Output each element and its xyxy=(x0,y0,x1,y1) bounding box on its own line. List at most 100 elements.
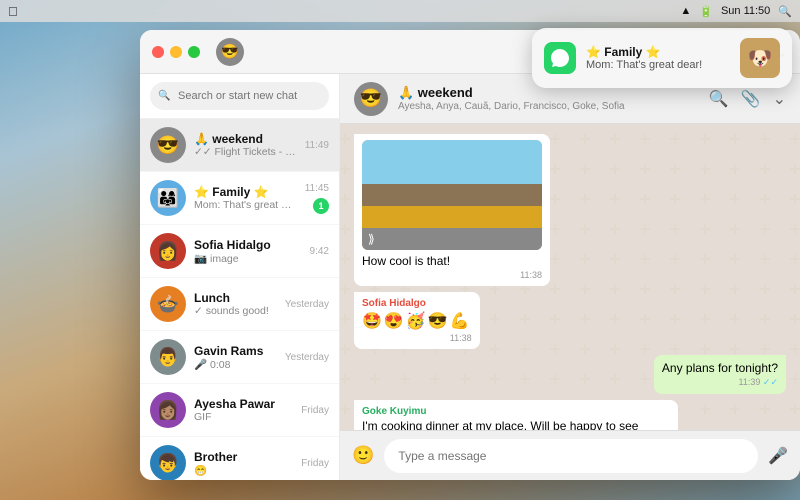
chat-meta: Yesterday xyxy=(285,299,329,310)
minimize-button[interactable] xyxy=(170,46,182,58)
chat-meta: 11:49 xyxy=(305,140,329,151)
chat-list: 😎 🙏 weekend ✓✓ Flight Tickets - BR 145.p… xyxy=(140,119,339,480)
chat-time: Friday xyxy=(301,405,329,416)
search-bar xyxy=(140,74,339,119)
message-emojis: Sofia Hidalgo 🤩😍🥳😎💪 11:38 xyxy=(354,292,480,349)
traffic-lights[interactable] xyxy=(152,46,200,58)
chat-avatar: 👨‍👩‍👧 xyxy=(150,180,186,216)
chat-header-members: Ayesha, Anya, Cauã, Dario, Francisco, Go… xyxy=(398,101,699,112)
notification-banner[interactable]: ⭐ Family ⭐ Mom: That's great dear! 🐶 xyxy=(532,28,792,88)
chat-name: 🙏 weekend xyxy=(194,132,297,146)
search-wrap xyxy=(150,82,329,110)
chat-meta: 9:42 xyxy=(310,246,329,257)
whatsapp-window: 😎 ✏️ ⌄ 😎 🙏 weekend ✓✓ Flight Tickets - B… xyxy=(140,30,800,480)
apple-menu[interactable]:  xyxy=(8,4,18,19)
notification-title: ⭐ Family ⭐ xyxy=(586,45,730,59)
chat-preview: 📷 image xyxy=(194,252,302,265)
chat-info: Lunch ✓ sounds good! xyxy=(194,291,277,317)
message-outgoing: Any plans for tonight? 11:39 ✓✓ xyxy=(654,355,786,394)
chat-preview: Mom: That's great dear! xyxy=(194,199,297,211)
read-ticks: ✓✓ xyxy=(763,377,778,387)
chat-preview: ✓ sounds good! xyxy=(194,305,277,317)
chat-meta: Yesterday xyxy=(285,352,329,363)
chat-item-weekend[interactable]: 😎 🙏 weekend ✓✓ Flight Tickets - BR 145.p… xyxy=(140,119,339,172)
chat-meta: Friday xyxy=(301,458,329,469)
chat-info: Sofia Hidalgo 📷 image xyxy=(194,238,302,265)
clock: Sun 11:50 xyxy=(721,5,770,17)
menubar-left:  xyxy=(8,4,18,19)
chat-item-sofia[interactable]: 👩 Sofia Hidalgo 📷 image 9:42 xyxy=(140,225,339,278)
chat-info: Ayesha Pawar GIF xyxy=(194,397,293,423)
chat-avatar: 🍲 xyxy=(150,286,186,322)
chat-item-gavin[interactable]: 👨 Gavin Rams 🎤 0:08 Yesterday xyxy=(140,331,339,384)
messages-container: ▶ ⟫ How cool is that! 11:38 Sofia Hidalg… xyxy=(340,124,800,430)
message-time: 11:38 xyxy=(362,270,542,280)
message-video: ▶ ⟫ How cool is that! 11:38 xyxy=(354,134,550,286)
notification-content: ⭐ Family ⭐ Mom: That's great dear! xyxy=(586,45,730,71)
chat-name: Brother xyxy=(194,450,293,464)
chat-name: Lunch xyxy=(194,291,277,305)
notification-body: Mom: That's great dear! xyxy=(586,59,730,71)
chat-item-ayesha[interactable]: 👩🏽 Ayesha Pawar GIF Friday xyxy=(140,384,339,437)
chat-name: Sofia Hidalgo xyxy=(194,238,302,252)
chat-preview: 😁 xyxy=(194,464,293,477)
chat-avatar: 😎 xyxy=(150,127,186,163)
menubar-right: ▲ 🔋 Sun 11:50 🔍 xyxy=(680,5,792,18)
chat-name: Gavin Rams xyxy=(194,344,277,358)
chat-info: Gavin Rams 🎤 0:08 xyxy=(194,344,277,371)
chat-header-avatar: 😎 xyxy=(354,82,388,116)
search-icon[interactable]: 🔍 xyxy=(778,5,792,18)
message-input-bar: 🙂 🎤 xyxy=(340,430,800,480)
chat-avatar: 👨 xyxy=(150,339,186,375)
message-time: 11:38 xyxy=(362,333,472,343)
chat-time: 9:42 xyxy=(310,246,329,257)
emoji-picker-icon[interactable]: 🙂 xyxy=(352,445,374,466)
chat-name: Ayesha Pawar xyxy=(194,397,293,411)
chat-time: Yesterday xyxy=(285,299,329,310)
chat-time: 11:49 xyxy=(305,140,329,151)
chat-item-lunch[interactable]: 🍲 Lunch ✓ sounds good! Yesterday xyxy=(140,278,339,331)
voice-message-icon[interactable]: 🎤 xyxy=(768,446,788,466)
menubar:  ▲ 🔋 Sun 11:50 🔍 xyxy=(0,0,800,22)
message-text: How cool is that! xyxy=(362,254,542,268)
chat-time: Friday xyxy=(301,458,329,469)
main-content: 😎 🙏 weekend ✓✓ Flight Tickets - BR 145.p… xyxy=(140,74,800,480)
chat-time: Yesterday xyxy=(285,352,329,363)
chat-meta: Friday xyxy=(301,405,329,416)
attach-icon[interactable]: 📎 xyxy=(741,89,761,109)
search-chat-icon[interactable]: 🔍 xyxy=(709,89,729,109)
message-goke: Goke Kuyimu I'm cooking dinner at my pla… xyxy=(354,400,678,430)
chat-header-icons: 🔍 📎 ⌄ xyxy=(709,89,786,109)
message-text: I'm cooking dinner at my place. Will be … xyxy=(362,419,670,430)
chat-preview: GIF xyxy=(194,411,293,423)
notification-app-icon xyxy=(544,42,576,74)
chat-avatar: 👩🏽 xyxy=(150,392,186,428)
chat-header-info: 🙏 weekend Ayesha, Anya, Cauã, Dario, Fra… xyxy=(398,85,699,112)
chat-avatar: 👦 xyxy=(150,445,186,480)
message-time: 11:39 ✓✓ xyxy=(662,377,778,388)
close-button[interactable] xyxy=(152,46,164,58)
battery-icon: 🔋 xyxy=(699,5,713,18)
sender-name: Sofia Hidalgo xyxy=(362,298,472,309)
chat-name: ⭐ Family ⭐ xyxy=(194,185,297,199)
chat-time: 11:45 xyxy=(305,183,329,194)
chat-preview: 🎤 0:08 xyxy=(194,358,277,371)
fullscreen-button[interactable] xyxy=(188,46,200,58)
chat-item-brother[interactable]: 👦 Brother 😁 Friday xyxy=(140,437,339,480)
video-thumbnail[interactable]: ▶ ⟫ xyxy=(362,140,542,250)
more-icon[interactable]: ⌄ xyxy=(773,89,786,109)
wifi-icon: ▲ xyxy=(680,5,691,17)
chat-info: Brother 😁 xyxy=(194,450,293,477)
sender-name: Goke Kuyimu xyxy=(362,406,670,417)
sidebar: 😎 🙏 weekend ✓✓ Flight Tickets - BR 145.p… xyxy=(140,74,340,480)
unread-badge: 1 xyxy=(313,198,329,214)
forward-icon: ⟫ xyxy=(368,232,375,246)
emoji-content: 🤩😍🥳😎💪 xyxy=(362,311,472,331)
message-input[interactable] xyxy=(384,439,758,473)
search-input[interactable] xyxy=(150,82,329,110)
chat-info: ⭐ Family ⭐ Mom: That's great dear! xyxy=(194,185,297,211)
chat-area: 😎 🙏 weekend Ayesha, Anya, Cauã, Dario, F… xyxy=(340,74,800,480)
chat-item-family[interactable]: 👨‍👩‍👧 ⭐ Family ⭐ Mom: That's great dear!… xyxy=(140,172,339,225)
chat-info: 🙏 weekend ✓✓ Flight Tickets - BR 145.pdf xyxy=(194,132,297,158)
chat-preview: ✓✓ Flight Tickets - BR 145.pdf xyxy=(194,146,297,158)
